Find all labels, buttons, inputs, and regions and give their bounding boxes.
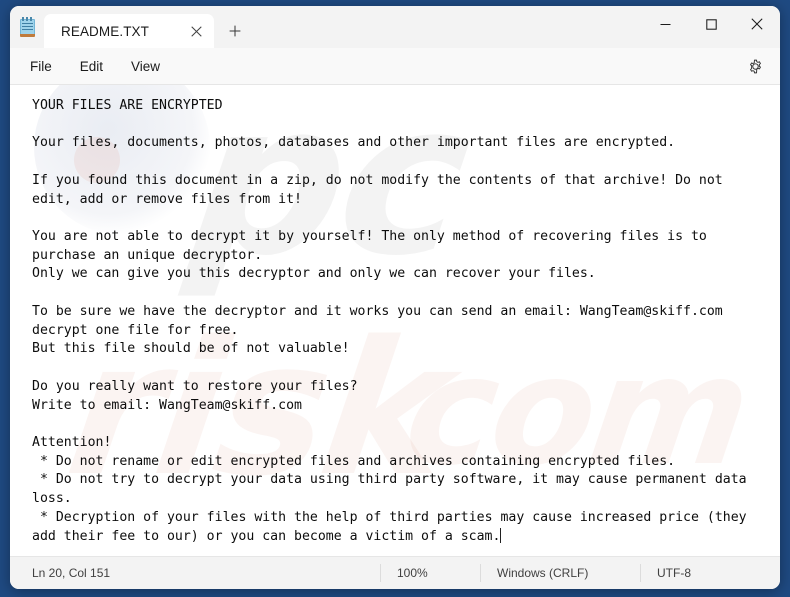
tab-close-icon[interactable] bbox=[183, 18, 209, 44]
status-encoding[interactable]: UTF-8 bbox=[640, 564, 707, 582]
maximize-button[interactable] bbox=[688, 6, 734, 42]
window-caption-buttons bbox=[642, 6, 780, 42]
menu-item-view[interactable]: View bbox=[119, 54, 172, 79]
text-editor-area[interactable]: pc risk com YOUR FILES ARE ENCRYPTED You… bbox=[10, 85, 780, 556]
menu-bar: File Edit View bbox=[10, 48, 780, 85]
document-body: YOUR FILES ARE ENCRYPTED Your files, doc… bbox=[32, 98, 747, 544]
new-tab-button[interactable] bbox=[218, 16, 252, 46]
status-cursor-position[interactable]: Ln 20, Col 151 bbox=[10, 564, 380, 582]
menu-item-file[interactable]: File bbox=[18, 54, 64, 79]
notepad-window: README.TXT File Edit View pc risk com YO… bbox=[10, 6, 780, 589]
notepad-icon bbox=[10, 6, 44, 48]
gear-icon[interactable] bbox=[740, 52, 770, 80]
tab-label: README.TXT bbox=[61, 23, 150, 39]
document-text[interactable]: YOUR FILES ARE ENCRYPTED Your files, doc… bbox=[10, 85, 780, 546]
close-button[interactable] bbox=[734, 6, 780, 42]
menu-item-edit[interactable]: Edit bbox=[68, 54, 115, 79]
tab-readme[interactable]: README.TXT bbox=[44, 14, 214, 48]
minimize-button[interactable] bbox=[642, 6, 688, 42]
title-bar: README.TXT bbox=[10, 6, 780, 48]
status-line-ending[interactable]: Windows (CRLF) bbox=[480, 564, 640, 582]
desktop-background: README.TXT File Edit View pc risk com YO… bbox=[0, 0, 790, 597]
text-caret bbox=[500, 527, 502, 543]
status-bar: Ln 20, Col 151 100% Windows (CRLF) UTF-8 bbox=[10, 556, 780, 589]
status-zoom-level[interactable]: 100% bbox=[380, 564, 480, 582]
